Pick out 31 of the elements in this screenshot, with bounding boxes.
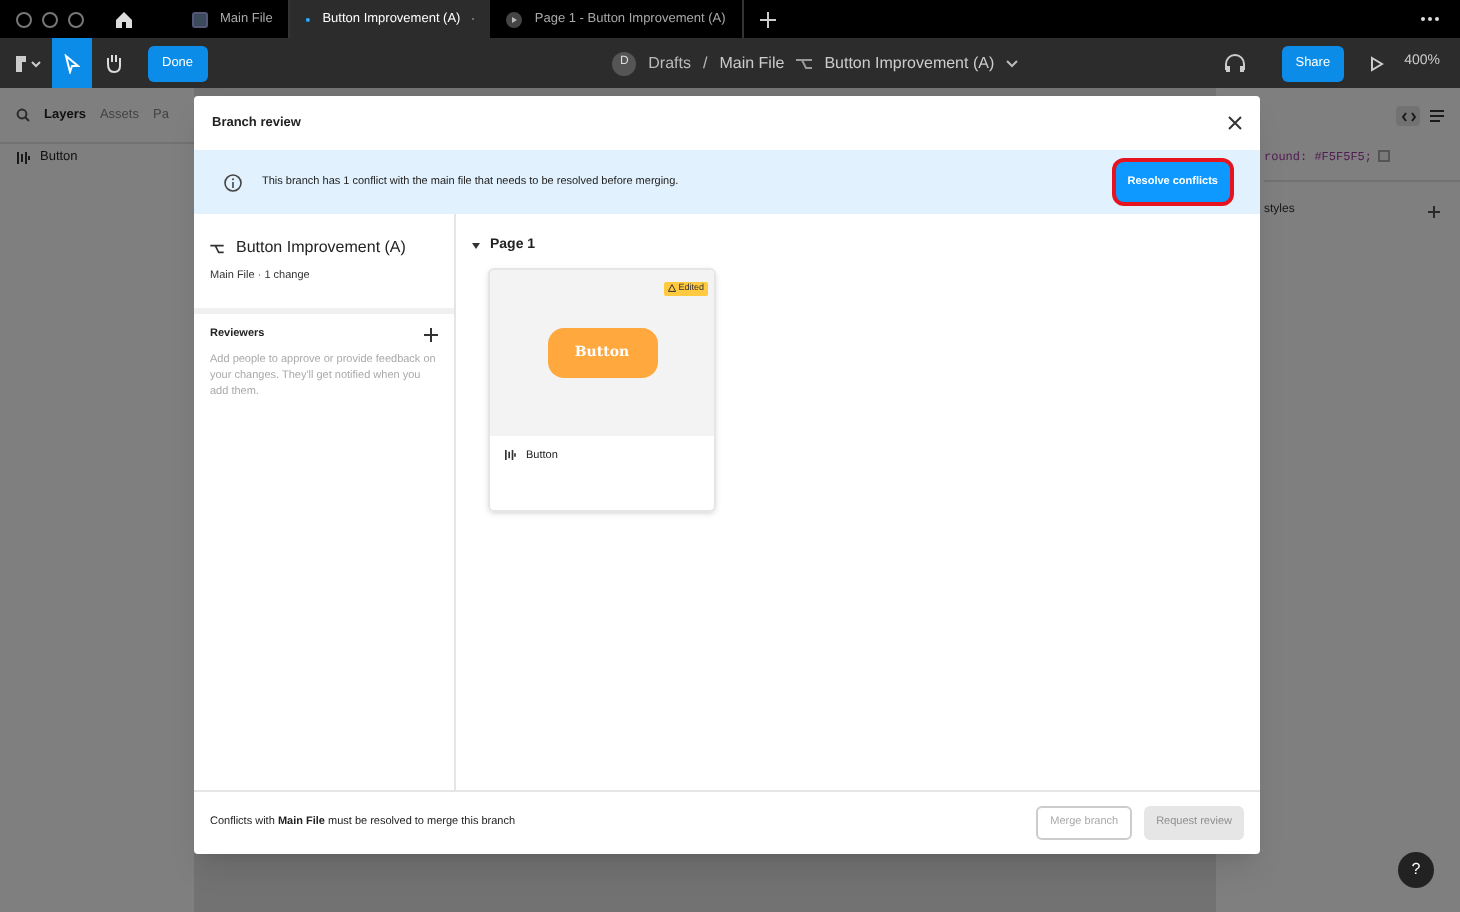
hand-icon[interactable]: [104, 52, 124, 74]
window-maximize-control[interactable]: [68, 11, 84, 27]
branch-name: Button Improvement (A): [236, 236, 406, 260]
code-view-button[interactable]: [1396, 106, 1420, 126]
play-icon[interactable]: [1370, 55, 1385, 71]
chevron-down-icon[interactable]: [1006, 59, 1019, 67]
breadcrumb-separator: /: [703, 51, 708, 75]
warning-icon: [668, 284, 677, 292]
cursor-icon: [64, 53, 80, 73]
search-icon[interactable]: [16, 108, 30, 122]
home-icon[interactable]: [114, 9, 134, 29]
file-icon: [192, 11, 208, 27]
play-icon: [506, 11, 523, 27]
breadcrumb-link[interactable]: Drafts: [648, 51, 691, 75]
window-minimize-control[interactable]: [42, 11, 58, 27]
info-icon: [224, 173, 242, 191]
breadcrumb-link[interactable]: Main File: [719, 51, 785, 75]
add-reviewer-icon[interactable]: [424, 327, 438, 342]
component-icon: [16, 152, 30, 164]
plus-icon[interactable]: [1428, 205, 1440, 217]
branch-name[interactable]: Button Improvement (A): [824, 51, 995, 75]
window-close-control[interactable]: [16, 11, 32, 27]
plus-icon: [759, 11, 776, 27]
code-icon: [1401, 111, 1415, 121]
headphones-icon[interactable]: [1223, 53, 1246, 73]
color-swatch[interactable]: [1378, 150, 1391, 162]
logo-menu-icon[interactable]: [14, 53, 42, 73]
move-tool-button[interactable]: [52, 38, 92, 88]
more-icon[interactable]: [1420, 16, 1440, 22]
list-icon[interactable]: [1430, 110, 1444, 122]
component-icon: [504, 450, 516, 461]
